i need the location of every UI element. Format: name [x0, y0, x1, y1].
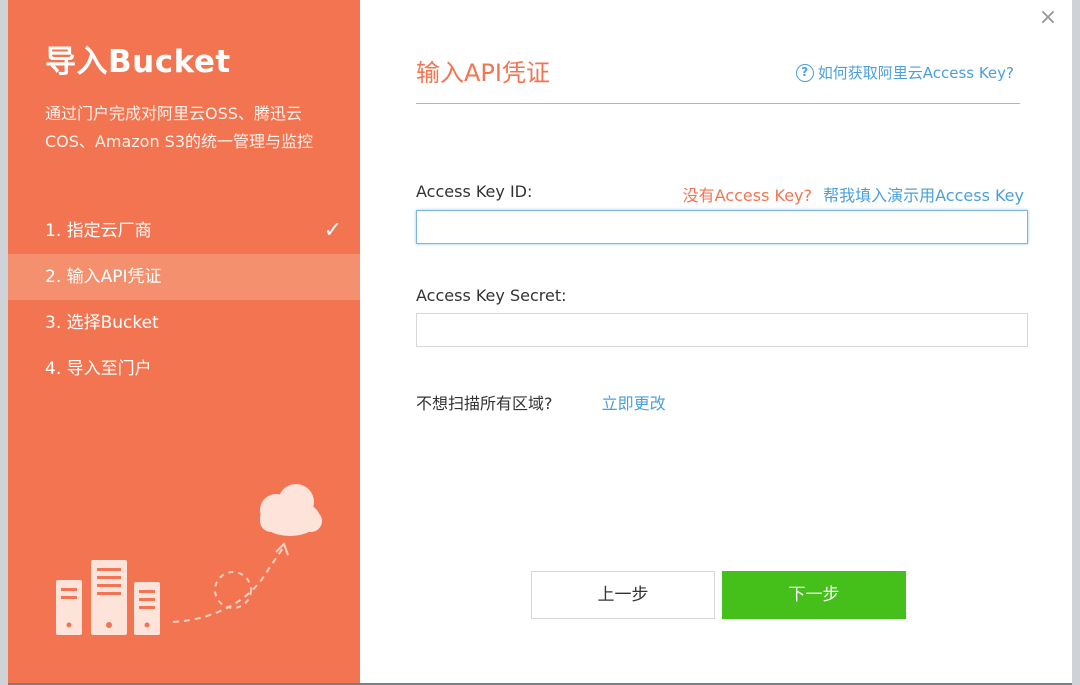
step-input-api-credentials[interactable]: 2. 输入API凭证 — [8, 254, 360, 300]
background-page-right — [1072, 0, 1080, 685]
step-label: 4. 导入至门户 — [45, 359, 152, 379]
step-specify-vendor[interactable]: 1. 指定云厂商 ✓ — [8, 208, 360, 254]
wizard-sidebar: 导入Bucket 通过门户完成对阿里云OSS、腾迅云COS、Amazon S3的… — [8, 0, 360, 683]
help-link-text: 如何获取阿里云Access Key? — [817, 64, 1014, 82]
cloud-server-illustration — [56, 484, 322, 635]
next-step-button[interactable]: 下一步 — [722, 571, 906, 619]
region-change-link[interactable]: 立即更改 — [602, 394, 666, 413]
access-key-id-input[interactable] — [416, 210, 1028, 244]
help-link[interactable]: ? 如何获取阿里云Access Key? — [795, 62, 1014, 83]
import-bucket-dialog: 导入Bucket 通过门户完成对阿里云OSS、腾迅云COS、Amazon S3的… — [8, 0, 1072, 683]
sidebar-description: 通过门户完成对阿里云OSS、腾迅云COS、Amazon S3的统一管理与监控 — [45, 104, 314, 151]
step-import-to-portal[interactable]: 4. 导入至门户 — [8, 346, 360, 392]
previous-step-button[interactable]: 上一步 — [531, 571, 715, 619]
step-label: 1. 指定云厂商 — [45, 221, 152, 241]
step-select-bucket[interactable]: 3. 选择Bucket — [8, 300, 360, 346]
wizard-steps: 1. 指定云厂商 ✓ 2. 输入API凭证 3. 选择Bucket 4. 导入至… — [8, 208, 360, 392]
sidebar-title: 导入Bucket — [45, 44, 231, 80]
question-circle-icon: ? — [795, 63, 814, 82]
page-title: 输入API凭证 — [416, 59, 550, 87]
access-key-secret-label: Access Key Secret: — [416, 286, 567, 305]
wizard-content: × 输入API凭证 ? 如何获取阿里云Access Key? Access Ke… — [360, 0, 1072, 683]
close-icon[interactable]: × — [1036, 6, 1060, 30]
region-question: 不想扫描所有区域? — [416, 394, 553, 413]
cloud-icon — [260, 484, 322, 536]
background-page-left — [0, 0, 8, 685]
title-divider — [416, 103, 1020, 104]
region-scan-option: 不想扫描所有区域? 立即更改 — [416, 390, 666, 414]
server-icon — [56, 560, 160, 635]
access-key-id-label: Access Key ID: — [416, 182, 533, 201]
step-label: 3. 选择Bucket — [45, 313, 159, 333]
access-key-secret-input[interactable] — [416, 313, 1028, 347]
check-icon: ✓ — [323, 218, 342, 243]
no-access-key-text: 没有Access Key? — [682, 186, 813, 205]
step-label: 2. 输入API凭证 — [45, 267, 162, 287]
fill-demo-key-link[interactable]: 帮我填入演示用Access Key — [823, 186, 1024, 205]
demo-key-hint: 没有Access Key? 帮我填入演示用Access Key — [683, 182, 1024, 206]
